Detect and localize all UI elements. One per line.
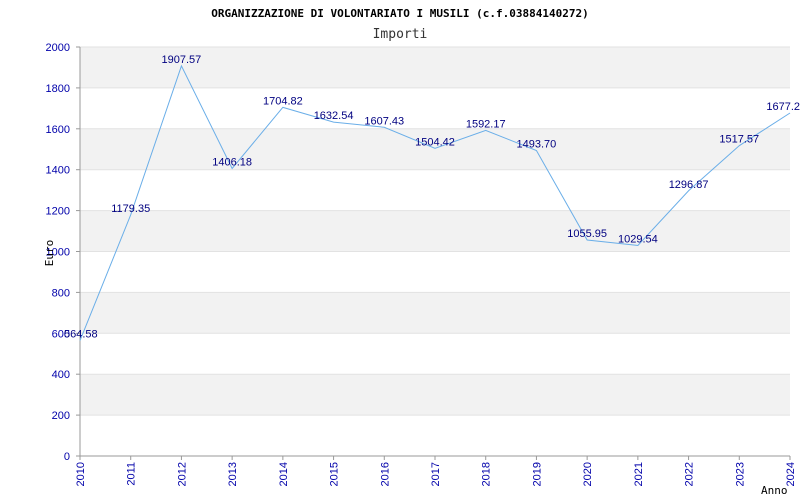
x-tick-label: 2015 (329, 462, 341, 486)
data-label: 1677.2 (766, 101, 800, 113)
x-tick-label: 2018 (481, 462, 493, 486)
x-tick-label: 2014 (278, 462, 290, 486)
x-tick-label: 2010 (75, 462, 87, 486)
x-tick-label: 2012 (176, 462, 188, 486)
data-label: 1704.82 (263, 95, 303, 107)
data-label: 1504.42 (415, 136, 455, 148)
x-tick-label: 2024 (785, 462, 797, 486)
grid-band (80, 210, 790, 252)
x-tick-label: 2023 (734, 462, 746, 486)
y-tick-label: 1600 (46, 124, 70, 136)
grid-band (80, 292, 790, 334)
data-label: 1406.18 (212, 156, 252, 168)
data-label: 1055.95 (567, 228, 607, 240)
x-tick-label: 2017 (430, 462, 442, 486)
x-tick-label: 2020 (582, 462, 594, 486)
y-tick-label: 1400 (46, 165, 70, 177)
x-axis-label: Anno (761, 484, 788, 497)
x-tick-label: 2011 (126, 462, 138, 486)
x-tick-label: 2019 (531, 462, 543, 486)
y-axis-label: Euro (43, 240, 56, 267)
data-label: 1179.35 (111, 203, 150, 215)
chart-subtitle: Importi (373, 27, 428, 42)
y-tick-label: 400 (52, 369, 70, 381)
data-label: 1607.43 (364, 115, 404, 127)
data-label: 564.58 (64, 329, 98, 341)
x-tick-label: 2013 (227, 462, 239, 486)
y-tick-label: 200 (52, 410, 70, 422)
data-label: 1493.70 (517, 139, 557, 151)
line-chart: 0200400600800100012001400160018002000 20… (43, 7, 800, 497)
x-tick-label: 2021 (633, 462, 645, 486)
data-label: 1296.87 (669, 179, 709, 191)
data-label: 1592.17 (466, 118, 506, 130)
data-label: 1029.54 (618, 233, 658, 245)
y-tick-label: 0 (64, 451, 70, 463)
y-tick-label: 1800 (46, 83, 70, 95)
data-label: 1907.57 (162, 54, 202, 66)
grid-bands (80, 47, 790, 416)
x-tick-label: 2022 (684, 462, 696, 486)
grid-band (80, 128, 790, 170)
x-tick-label: 2016 (379, 462, 391, 486)
y-tick-label: 800 (52, 287, 70, 299)
grid-band (80, 374, 790, 416)
chart-title: ORGANIZZAZIONE DI VOLONTARIATO I MUSILI … (211, 7, 589, 20)
y-tick-label: 1200 (46, 206, 70, 218)
x-axis-ticks: 2010 2011 2012 2013 2014 2015 2016 2017 2018 2019… (75, 456, 797, 486)
y-tick-label: 2000 (46, 42, 70, 54)
data-label: 1632.54 (314, 110, 354, 122)
data-label: 1517.57 (719, 134, 759, 146)
